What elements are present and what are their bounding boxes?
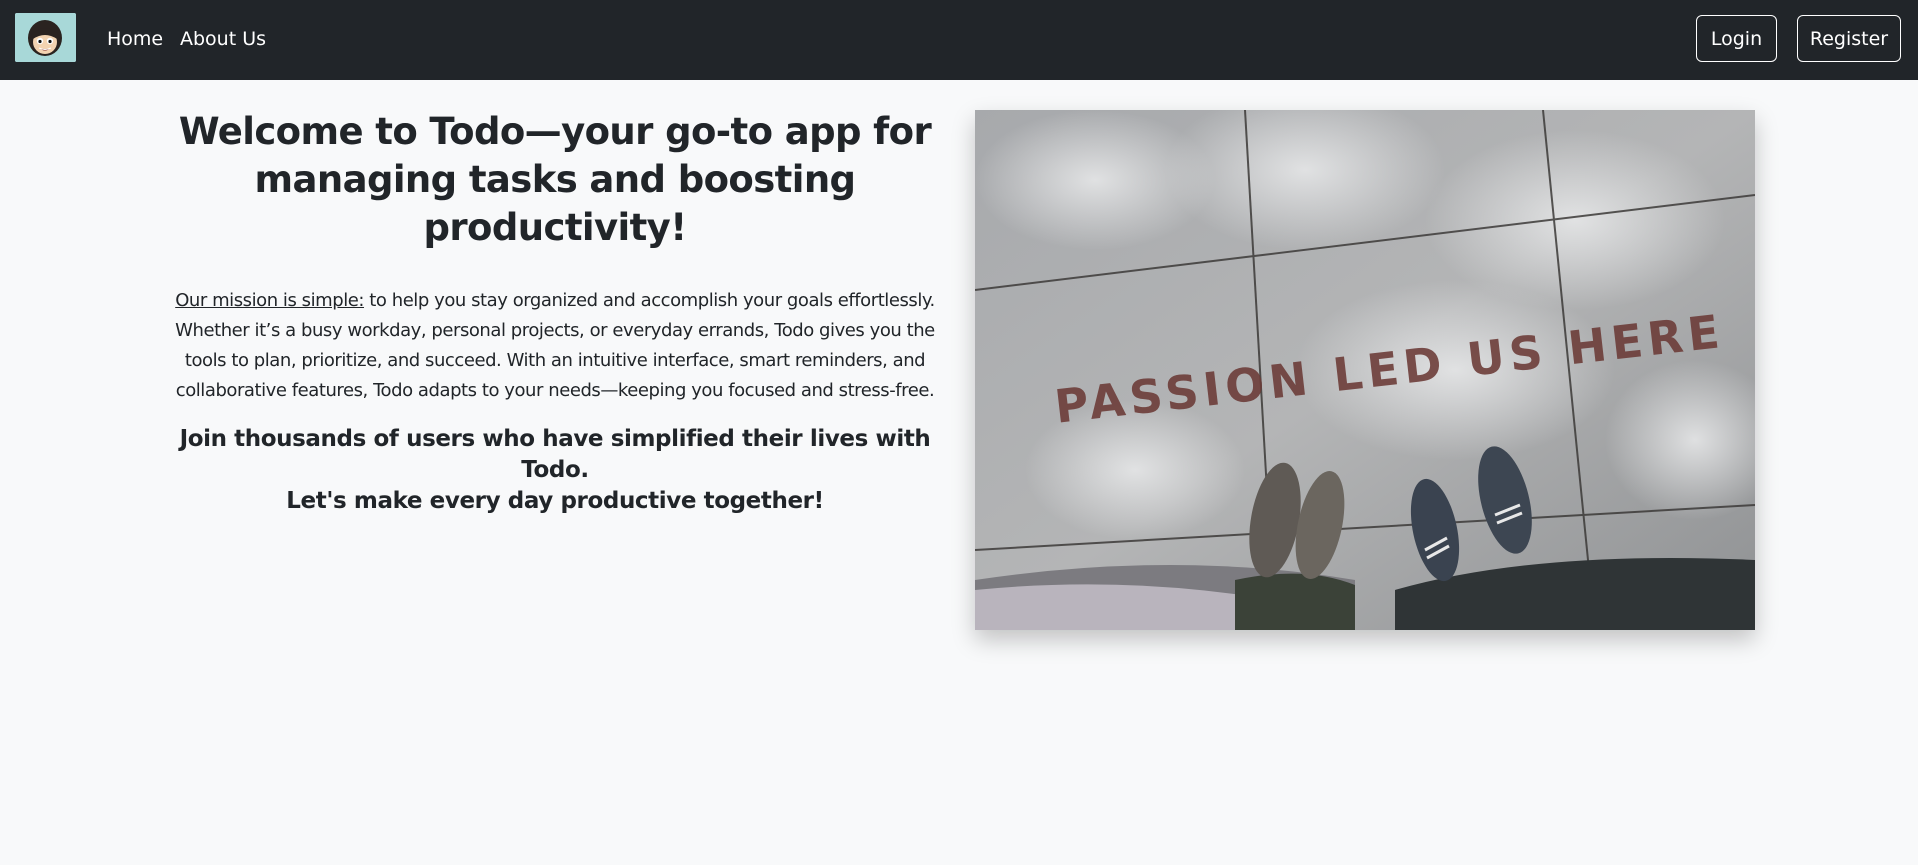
hero-image: PASSION LED US HERE xyxy=(975,110,1755,630)
mission-lead: Our mission is simple: xyxy=(175,290,365,311)
nav-link-home[interactable]: Home xyxy=(107,27,163,51)
join-line-1: Join thousands of users who have simplif… xyxy=(179,426,931,483)
register-button[interactable]: Register xyxy=(1797,15,1901,62)
intro-section: Welcome to Todo—your go-to app for manag… xyxy=(160,108,950,517)
login-button[interactable]: Login xyxy=(1696,15,1777,62)
mission-paragraph: Our mission is simple: to help you stay … xyxy=(160,286,950,406)
logo-icon[interactable] xyxy=(15,13,76,62)
nav-link-about-us[interactable]: About Us xyxy=(180,27,266,51)
navbar: Home About Us Login Register xyxy=(0,0,1918,80)
hero-photo xyxy=(975,110,1755,630)
join-callout: Join thousands of users who have simplif… xyxy=(160,424,950,517)
page-title: Welcome to Todo—your go-to app for manag… xyxy=(178,110,932,249)
join-line-2: Let's make every day productive together… xyxy=(286,488,824,514)
